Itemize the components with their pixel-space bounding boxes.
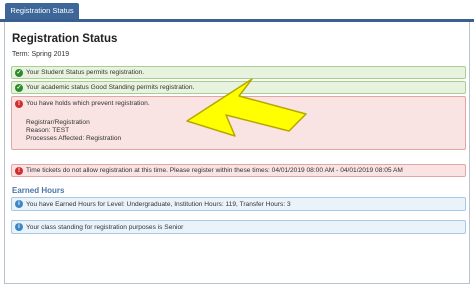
yellow-arrow-annotation — [186, 78, 307, 137]
arrow-shape — [186, 78, 307, 137]
